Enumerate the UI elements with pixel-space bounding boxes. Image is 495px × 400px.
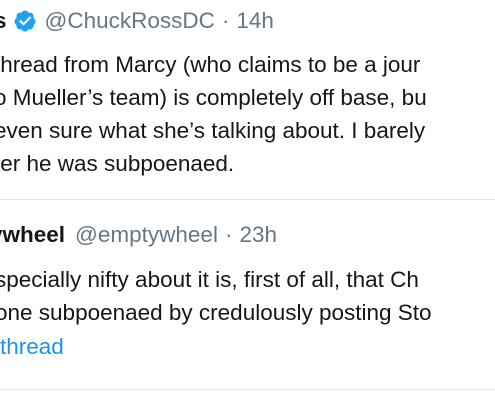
card-bottom-border bbox=[0, 389, 495, 390]
user-handle[interactable]: @emptywheel bbox=[75, 222, 218, 248]
display-name[interactable]: s bbox=[0, 8, 7, 34]
show-thread-link[interactable]: thread bbox=[0, 334, 64, 360]
display-name[interactable]: ywheel bbox=[0, 222, 65, 248]
tweet-text-line: even sure what she’s talking about. I ba… bbox=[0, 118, 426, 143]
tweet-header: s @ChuckRossDC · 14h bbox=[0, 4, 274, 38]
tweet-chuckross[interactable]: s @ChuckRossDC · 14h thread from Marcy (… bbox=[0, 0, 495, 199]
tweet-text-line: one subpoenaed by credulously posting St… bbox=[0, 300, 432, 325]
tweet-timestamp[interactable]: 14h bbox=[236, 8, 274, 34]
user-handle[interactable]: @ChuckRossDC bbox=[45, 8, 215, 34]
tweet-text-line: ter he was subpoenaed. bbox=[0, 151, 235, 176]
tweet-text-line: thread from Marcy (who claims to be a jo… bbox=[0, 52, 421, 77]
tweet-emptywheel[interactable]: ywheel @emptywheel · 23h specially nifty… bbox=[0, 200, 495, 390]
tweet-text-line: o Mueller’s team) is completely off base… bbox=[0, 85, 427, 110]
tweet-text: specially nifty about it is, first of al… bbox=[0, 263, 432, 329]
separator-dot: · bbox=[221, 8, 230, 33]
tweet-text-line: specially nifty about it is, first of al… bbox=[0, 267, 419, 292]
separator-dot: · bbox=[224, 222, 233, 247]
verified-badge-icon bbox=[13, 9, 37, 33]
tweet-text: thread from Marcy (who claims to be a jo… bbox=[0, 48, 427, 180]
tweet-header: ywheel @emptywheel · 23h bbox=[0, 218, 277, 252]
tweet-timestamp[interactable]: 23h bbox=[239, 222, 277, 248]
